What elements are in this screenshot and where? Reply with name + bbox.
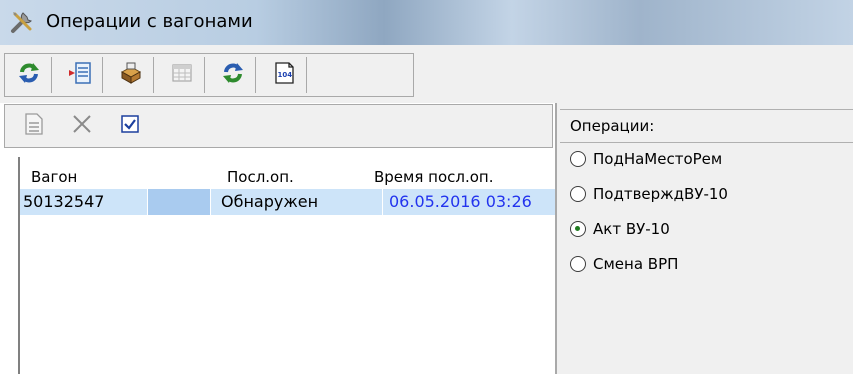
main-toolbar: 104 bbox=[4, 53, 414, 97]
refresh-alt-icon bbox=[220, 60, 246, 90]
delete-button[interactable] bbox=[65, 111, 99, 141]
table-row[interactable]: 50132547 Обнаружен 06.05.2016 03:26 bbox=[20, 189, 555, 215]
window-title: Операции с вагонами bbox=[46, 11, 253, 32]
toolbar-separator bbox=[51, 57, 52, 93]
radio-option-podtverzhdvu10[interactable]: ПодтверждВУ-10 bbox=[570, 185, 728, 203]
toolbar-separator bbox=[102, 57, 103, 93]
delete-icon bbox=[70, 112, 94, 140]
grid-table-icon bbox=[169, 60, 195, 90]
radio-label: Акт ВУ-10 bbox=[593, 220, 670, 238]
radio-label: ПодНаМестоРем bbox=[593, 150, 723, 168]
refresh-button[interactable] bbox=[11, 58, 47, 92]
cell-wagon[interactable]: 50132547 bbox=[20, 189, 147, 215]
grid-header: Вагон Посл.оп. Время посл.оп. bbox=[20, 157, 555, 189]
toolbar-separator bbox=[153, 57, 154, 93]
radio-label: ПодтверждВУ-10 bbox=[593, 185, 728, 203]
radio-circle-selected[interactable] bbox=[570, 221, 586, 237]
radio-label: Смена ВРП bbox=[593, 255, 679, 273]
svg-text:104: 104 bbox=[278, 71, 293, 79]
toolbar-separator bbox=[306, 57, 307, 93]
document-button[interactable] bbox=[17, 111, 51, 141]
print-stack-icon bbox=[118, 60, 144, 90]
tools-icon bbox=[10, 9, 36, 35]
toolbar-separator bbox=[255, 57, 256, 93]
radio-circle[interactable] bbox=[570, 186, 586, 202]
refresh-alt-button[interactable] bbox=[215, 58, 251, 92]
document-icon bbox=[23, 112, 45, 140]
column-header-last-op-time[interactable]: Время посл.оп. bbox=[374, 168, 494, 186]
toolbar-separator bbox=[204, 57, 205, 93]
form-104-button[interactable]: 104 bbox=[266, 58, 302, 92]
radio-option-podnamestorem[interactable]: ПодНаМестоРем bbox=[570, 150, 722, 168]
operations-panel: Операции: ПодНаМестоРем ПодтверждВУ-10 А… bbox=[560, 103, 853, 374]
checkbox-icon bbox=[120, 114, 140, 138]
column-header-wagon[interactable]: Вагон bbox=[31, 168, 77, 186]
wagon-grid: Вагон Посл.оп. Время посл.оп. 50132547 О… bbox=[18, 157, 555, 374]
cell-extra[interactable] bbox=[148, 189, 210, 215]
list-toolbar bbox=[4, 104, 553, 148]
radio-circle[interactable] bbox=[570, 256, 586, 272]
cell-last-op-time[interactable]: 06.05.2016 03:26 bbox=[383, 189, 555, 215]
refresh-icon bbox=[16, 60, 42, 90]
form-104-icon: 104 bbox=[271, 60, 297, 90]
print-stack-button[interactable] bbox=[113, 58, 149, 92]
cell-last-op[interactable]: Обнаружен bbox=[211, 189, 382, 215]
title-bar: Операции с вагонами bbox=[0, 0, 853, 45]
column-header-last-op[interactable]: Посл.оп. bbox=[227, 168, 294, 186]
radio-circle[interactable] bbox=[570, 151, 586, 167]
operations-header: Операции: bbox=[560, 109, 853, 143]
grid-table-button[interactable] bbox=[164, 58, 200, 92]
radio-option-smena-vrp[interactable]: Смена ВРП bbox=[570, 255, 678, 273]
import-list-button[interactable] bbox=[62, 58, 98, 92]
import-list-icon bbox=[67, 60, 93, 90]
radio-option-akt-vu10[interactable]: Акт ВУ-10 bbox=[570, 220, 670, 238]
checkbox-button[interactable] bbox=[113, 111, 147, 141]
